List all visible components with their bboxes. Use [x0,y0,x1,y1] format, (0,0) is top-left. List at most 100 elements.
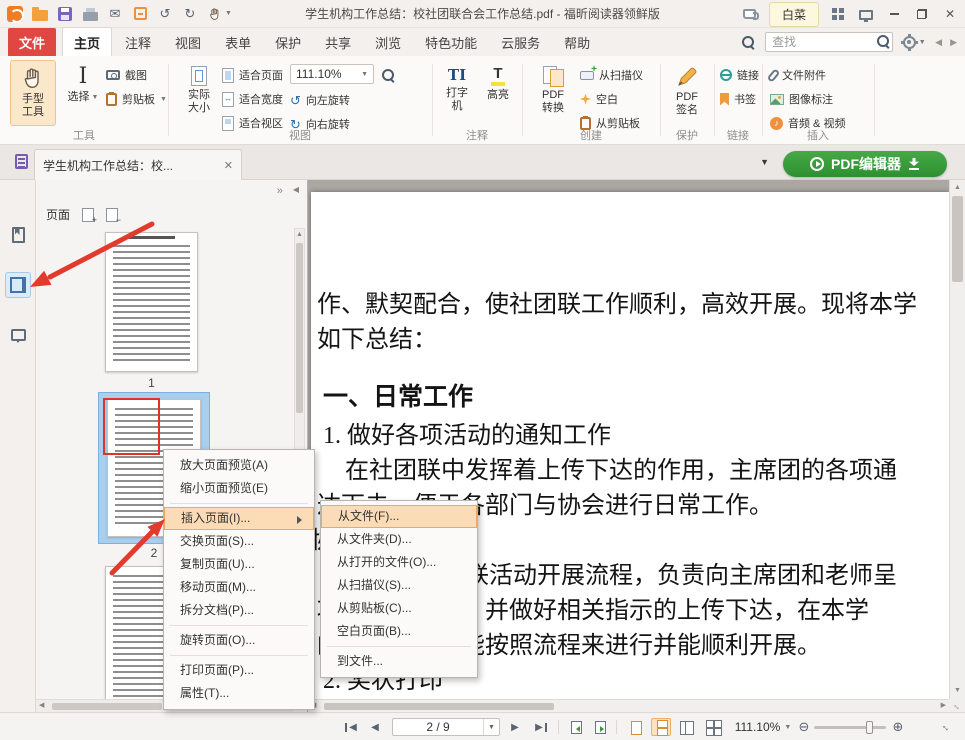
context-menu-item[interactable]: 移动页面(M)... [164,576,314,599]
scroll-left-icon[interactable]: ◀ [39,700,44,712]
close-tab-icon[interactable]: ✕ [224,159,233,172]
enlarge-thumbnails-icon[interactable] [82,208,94,222]
link-button[interactable]: 链接 [720,64,759,86]
document-hscrollbar[interactable]: ◀ ▶ [308,699,949,712]
tab-comment[interactable]: 注释 [114,28,162,57]
bookmarks-panel-button[interactable] [5,222,31,248]
tab-protect[interactable]: 保护 [264,28,312,57]
redo-button[interactable]: ↻ [181,5,199,23]
ribbon-scroll-left[interactable]: ◀ [935,37,942,48]
clipboard-button[interactable]: 剪贴板▼ [106,88,167,110]
tab-features[interactable]: 特色功能 [414,28,488,57]
scrollbar-thumb[interactable] [324,703,554,710]
next-view-button[interactable] [590,713,610,740]
fullscreen-button[interactable]: ↔ [936,713,956,740]
pdf-convert-button[interactable]: PDF转换 [530,60,576,126]
tab-cloud[interactable]: 云服务 [490,28,551,57]
undo-button[interactable]: ↺ [156,5,174,23]
select-tool-button[interactable]: I 选择▼ [60,60,106,126]
highlight-button[interactable]: T 高亮 [478,60,518,126]
continuous-facing-view-button[interactable] [702,713,724,740]
context-menu-item[interactable]: 交换页面(S)... [164,530,314,553]
mail-button[interactable]: ✉ [106,5,124,23]
page-number-combobox[interactable]: 2 / 9 ▼ [392,718,500,736]
continuous-view-button[interactable] [650,713,672,740]
kettle-button[interactable] [741,5,759,23]
context-menu-item[interactable]: 旋转页面(O)... [164,629,314,652]
file-attachment-button[interactable]: 文件附件 [770,64,826,86]
tab-share[interactable]: 共享 [314,28,362,57]
zoom-level-dropdown[interactable]: 111.10% ▼ [732,713,794,740]
page-thumbnail-1[interactable] [105,232,198,372]
zoom-slider[interactable] [814,726,886,729]
snapshot-button[interactable]: 截图 [106,64,147,86]
context-menu-item[interactable]: 属性(T)... [164,682,314,705]
image-annotation-button[interactable]: 图像标注 [770,88,833,110]
print-button[interactable] [81,5,99,23]
bookmark-button[interactable]: 书签 [720,88,756,110]
submenu-item[interactable]: 从剪贴板(C)... [321,597,477,620]
context-menu-item-insert-pages[interactable]: 插入页面(I)... [164,507,314,530]
context-menu-item[interactable]: 放大页面预览(A) [164,454,314,477]
marquee-zoom-button[interactable] [382,64,395,86]
actual-size-button[interactable]: 实际大小 [176,60,222,126]
previous-view-button[interactable] [566,713,586,740]
tab-list-dropdown[interactable]: ▼ [760,157,769,167]
scroll-right-icon[interactable]: ▶ [941,700,946,712]
context-menu-item[interactable]: 复制页面(U)... [164,553,314,576]
comments-panel-button[interactable] [5,322,31,348]
restore-button[interactable] [913,5,931,23]
panel-collapse-icon[interactable]: ◀ [293,185,299,197]
tab-home[interactable]: 主页 [62,27,112,57]
tab-form[interactable]: 表单 [214,28,262,57]
reading-mode-button[interactable] [857,5,875,23]
settings-button[interactable]: ▼ [901,33,927,51]
previous-page-button[interactable]: ◀ [366,713,384,740]
close-button[interactable]: ✕ [941,5,959,23]
search-go-icon[interactable] [877,35,890,48]
scrollbar-thumb[interactable] [952,196,963,282]
panel-toggle-button[interactable] [12,152,30,170]
tab-view[interactable]: 视图 [164,28,212,57]
submenu-item[interactable]: 空白页面(B)... [321,620,477,643]
rotate-left-button[interactable]: ↺向左旋转 [290,89,350,111]
scroll-up-icon[interactable]: ▲ [954,182,961,194]
minimize-button[interactable] [885,5,903,23]
search-input[interactable] [765,32,893,52]
zoom-slider-thumb[interactable] [866,721,873,734]
submenu-item[interactable]: 到文件... [321,650,477,673]
first-page-button[interactable]: ◀ [340,713,362,740]
last-page-button[interactable]: ▶ [530,713,552,740]
tab-browse[interactable]: 浏览 [364,28,412,57]
tab-file[interactable]: 文件 [8,28,56,57]
submenu-item-from-file[interactable]: 从文件(F)... [321,505,477,528]
submenu-item[interactable]: 从扫描仪(S)... [321,574,477,597]
reduce-thumbnails-icon[interactable] [106,208,118,222]
pdf-sign-button[interactable]: PDF签名 [665,60,709,126]
zoom-out-button[interactable]: ⊖ [796,713,812,740]
from-scanner-button[interactable]: 从扫描仪 [580,64,643,86]
fit-width-button[interactable]: 适合宽度 [222,88,283,110]
submenu-item[interactable]: 从文件夹(D)... [321,528,477,551]
panel-expand-icon[interactable]: » [277,185,283,197]
typewriter-button[interactable]: TI 打字机 [437,60,477,126]
zoom-combobox[interactable]: 111.10% ▼ [290,64,374,84]
scroll-up-icon[interactable]: ▲ [296,229,303,241]
tab-help[interactable]: 帮助 [553,28,601,57]
context-menu-item[interactable]: 拆分文档(P)... [164,599,314,622]
apps-grid-button[interactable] [829,5,847,23]
single-page-view-button[interactable] [624,713,646,740]
facing-view-button[interactable] [676,713,698,740]
document-tab[interactable]: 学生机构工作总结：校... ✕ [34,149,242,180]
baicai-tab[interactable]: 白菜 [769,2,819,27]
open-file-button[interactable] [31,5,49,23]
submenu-item[interactable]: 从打开的文件(O)... [321,551,477,574]
resize-corner[interactable]: ↔ [949,699,965,712]
scrollbar-thumb[interactable] [296,243,303,413]
quick-tool-dropdown[interactable]: ▼ [206,5,234,23]
pdf-editor-button[interactable]: PDF编辑器 [783,151,947,177]
context-menu-item[interactable]: 缩小页面预览(E) [164,477,314,500]
scan-button[interactable] [131,5,149,23]
find-in-doc-button[interactable] [739,33,757,51]
blank-page-button[interactable]: 空白 [580,88,618,110]
